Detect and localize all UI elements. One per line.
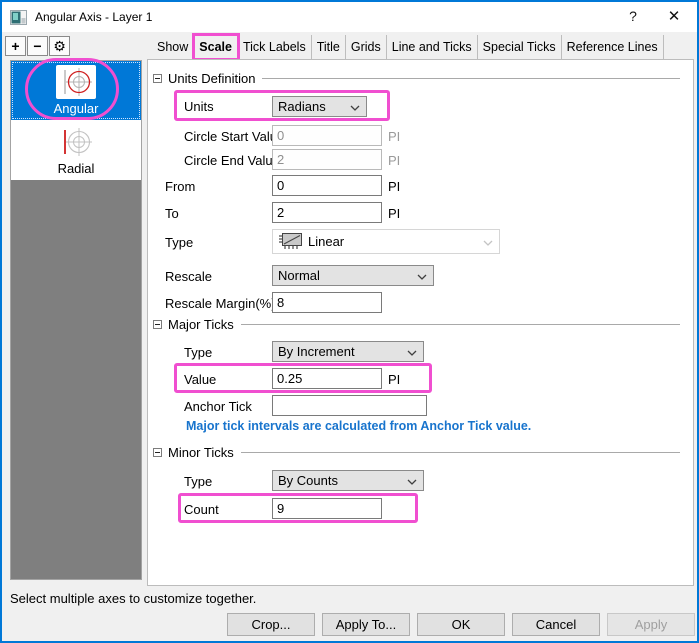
sidebar-item-label: Angular — [54, 101, 99, 116]
tab-title[interactable]: Title — [312, 35, 346, 59]
tab-reference-lines[interactable]: Reference Lines — [562, 35, 664, 59]
minor-count-input[interactable] — [272, 498, 382, 519]
collapse-icon[interactable] — [153, 448, 162, 457]
help-icon[interactable]: ? — [619, 4, 647, 29]
chevron-down-icon — [483, 240, 493, 246]
apply-button[interactable]: Apply — [607, 613, 695, 636]
minus-icon: − — [33, 38, 41, 54]
chevron-down-icon — [350, 105, 360, 111]
group-title: Major Ticks — [168, 317, 234, 332]
to-label: To — [165, 206, 179, 221]
rescale-select[interactable]: Normal — [272, 265, 434, 286]
collapse-icon[interactable] — [153, 74, 162, 83]
angular-axis-icon — [59, 67, 93, 97]
sidebar-item-angular[interactable]: Angular — [11, 61, 141, 120]
axis-type-label: Type — [165, 235, 193, 250]
tab-scale[interactable]: Scale — [194, 35, 238, 59]
close-icon[interactable]: ✕ — [659, 4, 689, 29]
settings-button[interactable]: ⚙ — [49, 36, 70, 56]
add-axis-button[interactable]: + — [5, 36, 26, 56]
minor-ticks-header: Minor Ticks — [153, 446, 680, 459]
angular-axis-dialog: Angular Axis - Layer 1 ? ✕ + − ⚙ Show Sc… — [0, 0, 699, 643]
chevron-down-icon — [407, 350, 417, 356]
tab-bar: Show Scale Tick Labels Title Grids Line … — [152, 35, 664, 59]
major-type-label: Type — [184, 345, 212, 360]
from-label: From — [165, 179, 195, 194]
chevron-down-icon — [407, 479, 417, 485]
pi-suffix: PI — [388, 179, 400, 194]
remove-axis-button[interactable]: − — [27, 36, 48, 56]
units-definition-header: Units Definition — [153, 72, 680, 85]
circle-end-input — [272, 149, 382, 170]
chevron-down-icon — [417, 274, 427, 280]
linear-axis-icon — [278, 232, 304, 251]
gear-icon: ⚙ — [53, 38, 66, 54]
to-input[interactable] — [272, 202, 382, 223]
axis-list: Angular Radial — [10, 60, 142, 580]
anchor-tick-label: Anchor Tick — [184, 399, 252, 414]
pi-suffix: PI — [388, 153, 400, 168]
circle-end-label: Circle End Value — [184, 153, 280, 168]
window-title: Angular Axis - Layer 1 — [35, 10, 152, 24]
tab-tick-labels[interactable]: Tick Labels — [238, 35, 312, 59]
major-ticks-header: Major Ticks — [153, 318, 680, 331]
minor-count-label: Count — [184, 502, 219, 517]
pi-suffix: PI — [388, 129, 400, 144]
rescale-label: Rescale — [165, 269, 212, 284]
major-value-label: Value — [184, 372, 216, 387]
tab-line-and-ticks[interactable]: Line and Ticks — [387, 35, 478, 59]
from-input[interactable] — [272, 175, 382, 196]
units-label: Units — [184, 99, 214, 114]
tab-show[interactable]: Show — [152, 35, 194, 59]
circle-start-input — [272, 125, 382, 146]
units-select[interactable]: Radians — [272, 96, 367, 117]
group-title: Minor Ticks — [168, 445, 234, 460]
app-icon — [10, 10, 27, 25]
plus-icon: + — [11, 38, 19, 54]
major-type-select[interactable]: By Increment — [272, 341, 424, 362]
major-value-input[interactable] — [272, 368, 382, 389]
sidebar-item-radial[interactable]: Radial — [11, 120, 141, 180]
crop-button[interactable]: Crop... — [227, 613, 315, 636]
status-text: Select multiple axes to customize togeth… — [10, 591, 256, 606]
pi-suffix: PI — [388, 372, 400, 387]
tab-special-ticks[interactable]: Special Ticks — [478, 35, 562, 59]
group-title: Units Definition — [168, 71, 255, 86]
apply-to-button[interactable]: Apply To... — [322, 613, 410, 636]
anchor-tick-note: Major tick intervals are calculated from… — [186, 419, 531, 433]
minor-type-label: Type — [184, 474, 212, 489]
sidebar-item-label: Radial — [58, 161, 95, 176]
minor-type-select[interactable]: By Counts — [272, 470, 424, 491]
radial-axis-icon — [59, 127, 93, 157]
circle-start-label: Circle Start Value — [184, 129, 284, 144]
rescale-margin-label: Rescale Margin(%) — [165, 296, 276, 311]
title-bar: Angular Axis - Layer 1 ? ✕ — [2, 2, 697, 32]
pi-suffix: PI — [388, 206, 400, 221]
ok-button[interactable]: OK — [417, 613, 505, 636]
axis-type-select[interactable]: Linear — [272, 229, 500, 254]
rescale-margin-input[interactable] — [272, 292, 382, 313]
tab-grids[interactable]: Grids — [346, 35, 387, 59]
collapse-icon[interactable] — [153, 320, 162, 329]
anchor-tick-input[interactable] — [272, 395, 427, 416]
cancel-button[interactable]: Cancel — [512, 613, 600, 636]
